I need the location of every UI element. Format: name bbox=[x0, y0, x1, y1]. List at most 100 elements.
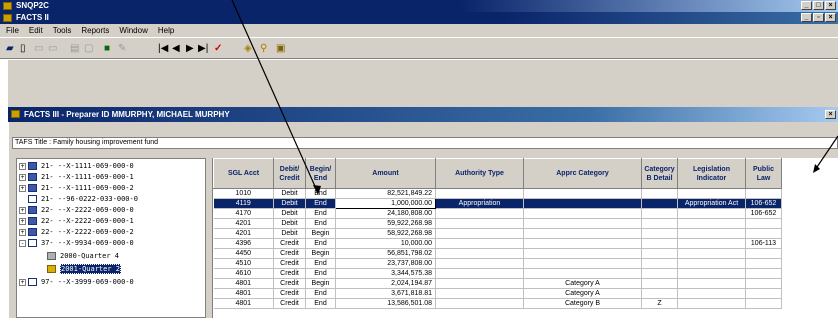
menu-reports[interactable]: Reports bbox=[81, 24, 109, 37]
open-icon[interactable]: ▰ bbox=[6, 42, 14, 55]
expand-icon[interactable]: + bbox=[19, 173, 26, 181]
cell-begin-end[interactable]: End bbox=[305, 268, 336, 279]
cell-sgl-acct[interactable]: 4396 bbox=[213, 238, 274, 249]
cell-debit-credit[interactable]: Credit bbox=[273, 278, 306, 289]
prev-record-icon[interactable]: ◀ bbox=[172, 42, 180, 55]
col-sgl-acct[interactable]: SGL Acct bbox=[213, 158, 274, 189]
cell-amount[interactable]: 13,586,501.08 bbox=[335, 298, 436, 309]
expand-icon[interactable]: + bbox=[19, 228, 26, 236]
cell-sgl-acct[interactable]: 4801 bbox=[213, 288, 274, 299]
cell-legislation-indicator[interactable] bbox=[677, 278, 746, 289]
cell-begin-end[interactable]: End bbox=[305, 288, 336, 299]
cell-public-law[interactable]: 106-652 bbox=[745, 208, 782, 219]
cell-authority-type[interactable] bbox=[435, 228, 524, 239]
cell-debit-credit[interactable]: Debit bbox=[273, 228, 306, 239]
cell-authority-type[interactable] bbox=[435, 278, 524, 289]
cell-amount[interactable]: 59,922,268.98 bbox=[335, 218, 436, 229]
cell-apprc-category[interactable] bbox=[523, 218, 642, 229]
col-amount[interactable]: Amount bbox=[335, 158, 436, 189]
green-block-icon[interactable]: ■ bbox=[104, 42, 110, 55]
table-row[interactable]: 4510 Credit End 23,737,808.00 bbox=[213, 258, 782, 269]
cell-public-law[interactable] bbox=[745, 218, 782, 229]
cell-debit-credit[interactable]: Credit bbox=[273, 298, 306, 309]
table-row[interactable]: 4201 Debit Begin 58,922,268.98 bbox=[213, 228, 782, 239]
table-row[interactable]: 4801 Credit End 13,586,501.08 Category BZ bbox=[213, 298, 782, 309]
cell-apprc-category[interactable] bbox=[523, 208, 642, 219]
cell-debit-credit[interactable]: Debit bbox=[273, 198, 306, 209]
cell-debit-credit[interactable]: Credit bbox=[273, 258, 306, 269]
col-authority-type[interactable]: Authority Type bbox=[435, 158, 524, 189]
tree-item[interactable]: +22- --X-2222-069-000-0 bbox=[19, 205, 134, 215]
cell-authority-type[interactable]: Appropriation bbox=[435, 198, 524, 209]
cell-sgl-acct[interactable]: 4450 bbox=[213, 248, 274, 259]
edit-icon[interactable]: ✎ bbox=[118, 42, 126, 55]
cell-apprc-category[interactable] bbox=[523, 268, 642, 279]
cell-category-b-detail[interactable] bbox=[641, 218, 678, 229]
filter-icon[interactable]: ⚲ bbox=[260, 42, 267, 55]
cell-public-law[interactable]: 106-113 bbox=[745, 238, 782, 249]
col-category-b-detail[interactable]: Category B Detail bbox=[641, 158, 678, 189]
cell-legislation-indicator[interactable] bbox=[677, 238, 746, 249]
print-icon[interactable]: ▤ bbox=[70, 42, 79, 55]
menu-file[interactable]: File bbox=[6, 24, 19, 37]
cell-begin-end[interactable]: End bbox=[305, 188, 336, 199]
cell-authority-type[interactable] bbox=[435, 218, 524, 229]
cell-legislation-indicator[interactable] bbox=[677, 228, 746, 239]
cell-amount[interactable]: 56,851,798.02 bbox=[335, 248, 436, 259]
expand-icon[interactable]: + bbox=[19, 278, 26, 286]
cell-authority-type[interactable] bbox=[435, 268, 524, 279]
new-icon[interactable]: ▯ bbox=[20, 42, 26, 55]
table-row[interactable]: 1010 Debit End 82,521,849.22 bbox=[213, 188, 782, 199]
cell-apprc-category[interactable] bbox=[523, 198, 642, 209]
cell-public-law[interactable] bbox=[745, 188, 782, 199]
save-icon[interactable]: ▭ bbox=[48, 42, 57, 55]
cell-sgl-acct[interactable]: 4801 bbox=[213, 298, 274, 309]
cell-authority-type[interactable] bbox=[435, 238, 524, 249]
cell-category-b-detail[interactable] bbox=[641, 188, 678, 199]
table-row[interactable]: 4170 Debit End 24,180,808.00 106-652 bbox=[213, 208, 782, 219]
menu-window[interactable]: Window bbox=[119, 24, 147, 37]
menu-help[interactable]: Help bbox=[158, 24, 174, 37]
cell-debit-credit[interactable]: Debit bbox=[273, 208, 306, 219]
cell-begin-end[interactable]: End bbox=[305, 258, 336, 269]
minimize-button[interactable]: _ bbox=[801, 1, 812, 10]
cell-authority-type[interactable] bbox=[435, 188, 524, 199]
cell-begin-end[interactable]: Begin bbox=[305, 248, 336, 259]
cell-amount[interactable]: 3,344,575.38 bbox=[335, 268, 436, 279]
cell-debit-credit[interactable]: Credit bbox=[273, 248, 306, 259]
cell-legislation-indicator[interactable] bbox=[677, 258, 746, 269]
maximize-button[interactable]: □ bbox=[813, 1, 824, 10]
lookup-icon[interactable]: ◈ bbox=[244, 42, 252, 55]
collapse-icon[interactable]: - bbox=[19, 239, 26, 247]
cell-sgl-acct[interactable]: 4610 bbox=[213, 268, 274, 279]
tool-icon[interactable]: ▣ bbox=[276, 42, 285, 55]
cell-category-b-detail[interactable] bbox=[641, 288, 678, 299]
tree-item[interactable]: +97- --X-3999-069-000-0 bbox=[19, 277, 134, 287]
cell-category-b-detail[interactable] bbox=[641, 228, 678, 239]
cell-amount[interactable]: 82,521,849.22 bbox=[335, 188, 436, 199]
cell-apprc-category[interactable] bbox=[523, 248, 642, 259]
cell-amount[interactable]: 2,024,194.87 bbox=[335, 278, 436, 289]
cell-legislation-indicator[interactable] bbox=[677, 188, 746, 199]
tree-item[interactable]: +22- --X-2222-069-000-1 bbox=[19, 216, 134, 226]
col-legislation-indicator[interactable]: Legislation Indicator bbox=[677, 158, 746, 189]
cell-authority-type[interactable] bbox=[435, 248, 524, 259]
cell-debit-credit[interactable]: Credit bbox=[273, 268, 306, 279]
cell-begin-end[interactable]: End bbox=[305, 208, 336, 219]
table-row[interactable]: 4801 Credit End 3,671,818.81 Category A bbox=[213, 288, 782, 299]
cell-amount[interactable]: 23,737,808.00 bbox=[335, 258, 436, 269]
next-record-icon[interactable]: ▶ bbox=[186, 42, 194, 55]
close-button[interactable]: × bbox=[825, 1, 836, 10]
expand-icon[interactable]: + bbox=[19, 206, 26, 214]
expand-icon[interactable]: + bbox=[19, 184, 26, 192]
cell-begin-end[interactable]: Begin bbox=[305, 278, 336, 289]
cell-category-b-detail[interactable]: Z bbox=[641, 298, 678, 309]
cell-public-law[interactable] bbox=[745, 288, 782, 299]
cell-legislation-indicator[interactable] bbox=[677, 268, 746, 279]
cell-category-b-detail[interactable] bbox=[641, 278, 678, 289]
expand-icon[interactable]: + bbox=[19, 162, 26, 170]
tree-item[interactable]: +22- --X-2222-069-000-2 bbox=[19, 227, 134, 237]
cell-category-b-detail[interactable] bbox=[641, 248, 678, 259]
cell-authority-type[interactable] bbox=[435, 298, 524, 309]
cell-sgl-acct[interactable]: 4201 bbox=[213, 228, 274, 239]
